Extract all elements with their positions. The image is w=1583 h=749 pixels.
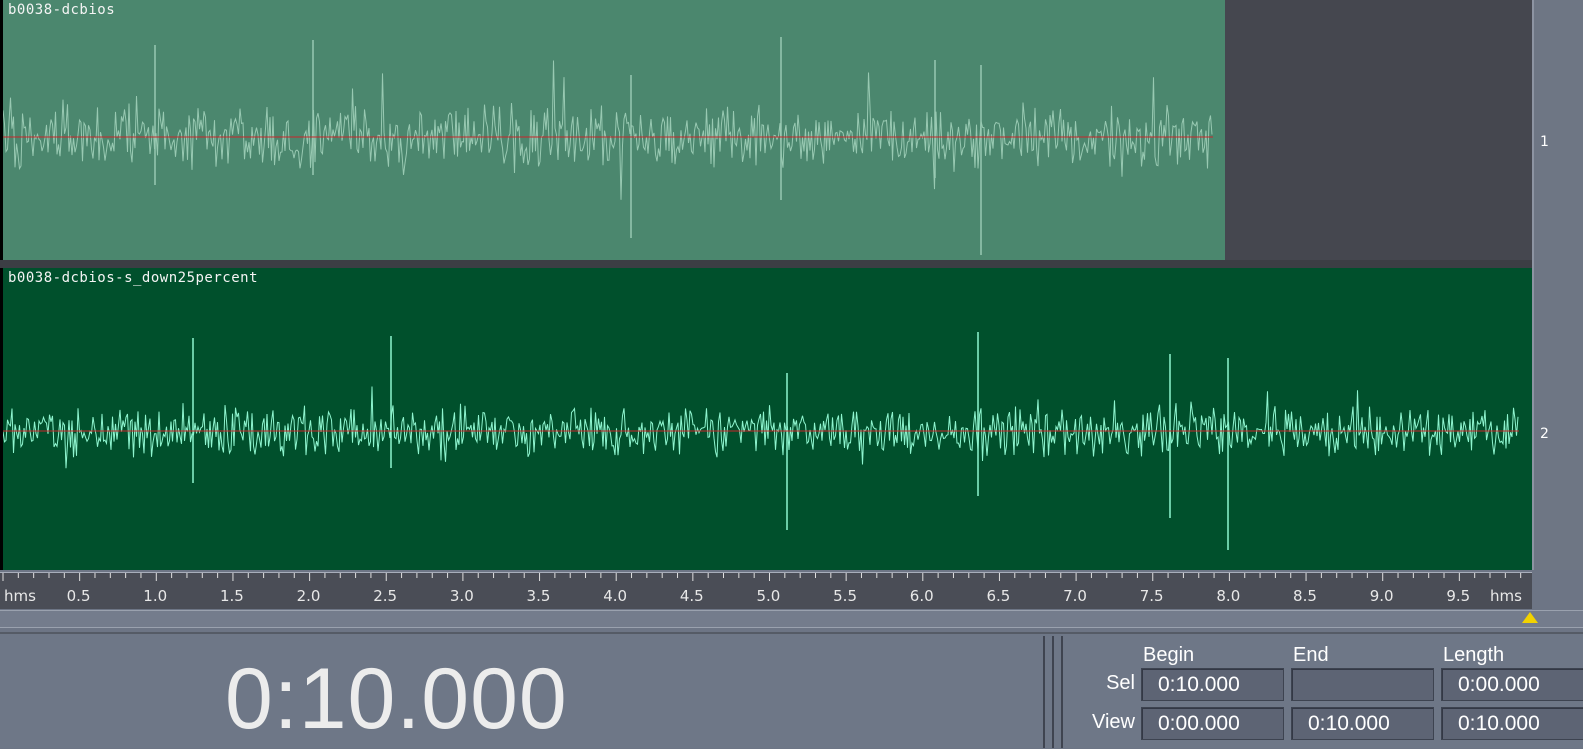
track-1-name: b0038-dcbios [8, 2, 116, 18]
length-header: Length [1443, 644, 1505, 666]
track-1-waveform [3, 37, 1213, 255]
track-2-name: b0038-dcbios-s_down25percent [8, 270, 259, 286]
transport-panel: 0:10.000 Begin End Length Sel 0:10.000 0… [0, 632, 1583, 748]
channel-2-number: 2 [1540, 426, 1549, 442]
ruler-tick-label: 3.0 [449, 587, 474, 605]
panel-divider [1052, 636, 1054, 748]
ruler-tick-label: 0.5 [66, 587, 91, 605]
track-1[interactable]: b0038-dcbios [3, 0, 1532, 260]
sel-begin-field[interactable]: 0:10.000 [1141, 668, 1284, 701]
ruler-tick-label: 1.5 [219, 587, 244, 605]
waveform-path [3, 60, 1213, 200]
time-ruler[interactable]: hms hms 0.5 1.0 1.5 2.0 2.5 3.0 3.5 4.0 4.5 5.0 5.… [0, 572, 1532, 609]
ruler-tick-label: 7.0 [1063, 587, 1087, 605]
view-end-field[interactable]: 0:10.000 [1291, 707, 1434, 740]
ruler-tick-label: 4.0 [603, 587, 628, 605]
playhead-marker-icon[interactable] [1522, 612, 1538, 623]
track-2-waveform [3, 332, 1519, 550]
view-row-label: View [1092, 711, 1135, 733]
ruler-tick-label: 9.0 [1369, 587, 1394, 605]
sel-end-field[interactable] [1291, 668, 1434, 701]
begin-header: Begin [1143, 644, 1195, 666]
ruler-tick-label: 8.0 [1216, 587, 1241, 605]
ruler-tick-label: 5.5 [833, 587, 857, 605]
view-begin-field[interactable]: 0:00.000 [1141, 707, 1284, 740]
ruler-tick-label: 8.5 [1293, 587, 1317, 605]
ruler-tick-label: 7.5 [1139, 587, 1164, 605]
end-header: End [1293, 644, 1329, 666]
ruler-tick-label: 5.0 [756, 587, 781, 605]
ruler-tick-label: 3.5 [526, 587, 551, 605]
ruler-tick-label: 2.5 [373, 587, 398, 605]
waveform-path [3, 386, 1519, 469]
ruler-tick-label: 6.0 [909, 587, 934, 605]
panel-divider [1043, 636, 1045, 748]
current-time-display: 0:10.000 [225, 651, 568, 747]
channel-1-number: 1 [1540, 134, 1549, 150]
sel-row-label: Sel [1106, 672, 1135, 694]
sel-length-field[interactable]: 0:00.000 [1441, 668, 1583, 701]
view-length-field[interactable]: 0:10.000 [1441, 707, 1583, 740]
panel-divider [1061, 636, 1063, 748]
track-separator [0, 260, 1532, 268]
ruler-tick-label: 9.5 [1446, 587, 1471, 605]
ruler-unit-left: hms [4, 587, 36, 605]
track-2[interactable]: b0038-dcbios-s_down25percent [3, 268, 1532, 570]
horizontal-scroll-strip[interactable] [0, 610, 1583, 628]
ruler-unit-right: hms [1490, 587, 1522, 605]
ruler-tick-label: 2.0 [296, 587, 321, 605]
ruler-tick-label: 6.5 [986, 587, 1011, 605]
ruler-tick-label: 1.0 [143, 587, 168, 605]
channel-number-strip [1532, 0, 1583, 570]
ruler-tick-label: 4.5 [679, 587, 704, 605]
